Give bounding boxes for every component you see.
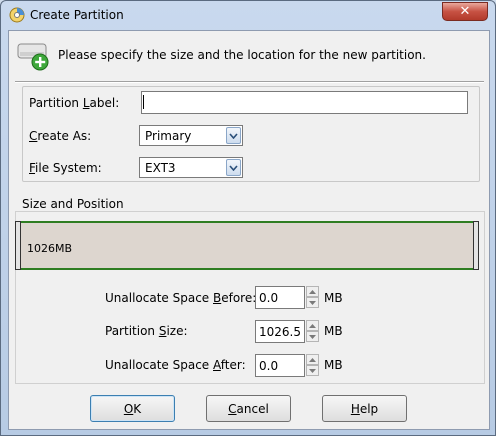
create-as-value: Primary bbox=[145, 129, 192, 143]
partition-size-input[interactable]: 1026.5 bbox=[255, 320, 305, 343]
partition-size-spinner[interactable] bbox=[306, 320, 319, 343]
space-before-unit: MB bbox=[324, 291, 343, 305]
cancel-button-label: Cancel bbox=[228, 401, 269, 416]
partition-label-label: Partition Label: bbox=[29, 96, 120, 110]
close-icon: ✕ bbox=[459, 4, 471, 19]
space-before-input[interactable]: 0.0 bbox=[255, 286, 305, 309]
create-partition-dialog: Create Partition ✕ Please specify the si… bbox=[0, 0, 496, 436]
partition-app-icon bbox=[9, 7, 25, 23]
chevron-down-icon[interactable] bbox=[306, 331, 319, 342]
dialog-body: Please specify the size and the location… bbox=[8, 30, 490, 430]
left-resize-handle[interactable] bbox=[15, 221, 21, 270]
window-title: Create Partition bbox=[30, 8, 124, 22]
right-resize-handle[interactable] bbox=[473, 221, 479, 270]
text-caret bbox=[143, 95, 144, 109]
cancel-button[interactable]: Cancel bbox=[206, 395, 291, 422]
file-system-label: File System: bbox=[29, 161, 102, 175]
partition-label-input[interactable] bbox=[141, 91, 468, 114]
size-position-title: Size and Position bbox=[21, 197, 125, 211]
close-button[interactable]: ✕ bbox=[442, 2, 488, 21]
space-before-label: Unallocate Space Before: bbox=[105, 291, 257, 305]
space-after-unit: MB bbox=[324, 358, 343, 372]
chevron-up-icon[interactable] bbox=[306, 320, 319, 331]
help-button-label: Help bbox=[350, 401, 379, 416]
chevron-up-icon[interactable] bbox=[306, 354, 319, 365]
disk-add-icon bbox=[17, 43, 49, 71]
space-after-spinner[interactable] bbox=[306, 354, 319, 377]
space-after-label: Unallocate Space After: bbox=[105, 358, 246, 372]
create-as-select[interactable]: Primary bbox=[139, 125, 243, 146]
chevron-down-icon[interactable] bbox=[306, 297, 319, 308]
partition-size-label: Partition Size: bbox=[105, 324, 188, 338]
ok-button-label: OK bbox=[123, 401, 142, 416]
partition-size-bar-label: 1026MB bbox=[27, 242, 73, 255]
chevron-down-icon[interactable] bbox=[226, 127, 241, 144]
help-button[interactable]: Help bbox=[322, 395, 407, 422]
space-before-spinner[interactable] bbox=[306, 286, 319, 309]
partition-size-unit: MB bbox=[324, 324, 343, 338]
file-system-select[interactable]: EXT3 bbox=[139, 157, 243, 178]
file-system-value: EXT3 bbox=[145, 161, 176, 175]
header-divider bbox=[15, 81, 484, 83]
header-instruction: Please specify the size and the location… bbox=[58, 48, 426, 62]
partition-size-bar[interactable]: 1026MB bbox=[15, 221, 479, 270]
chevron-down-icon[interactable] bbox=[306, 365, 319, 376]
space-after-input[interactable]: 0.0 bbox=[255, 354, 305, 377]
create-as-label: Create As: bbox=[29, 129, 92, 143]
ok-button[interactable]: OK bbox=[90, 395, 175, 422]
chevron-down-icon[interactable] bbox=[226, 159, 241, 176]
title-bar[interactable]: Create Partition ✕ bbox=[1, 1, 495, 29]
chevron-up-icon[interactable] bbox=[306, 286, 319, 297]
